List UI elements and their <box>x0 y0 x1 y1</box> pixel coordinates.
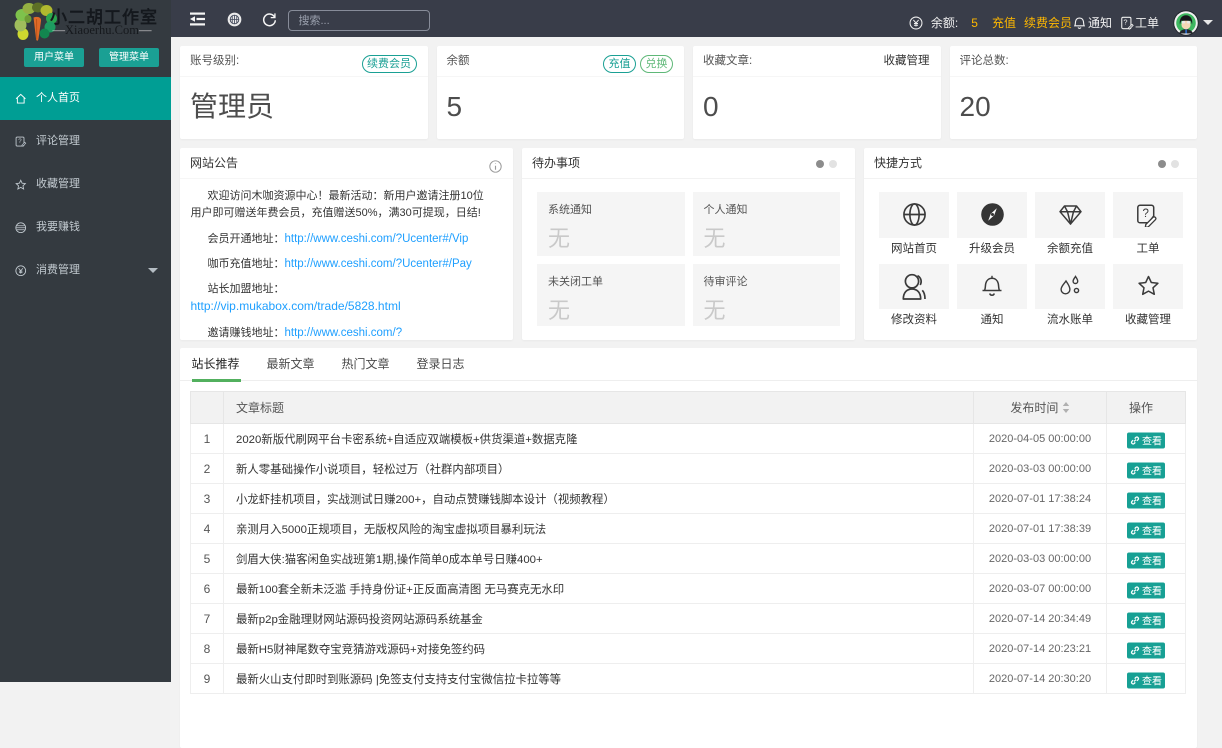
svg-text:?: ? <box>1142 208 1148 220</box>
svg-text:?: ? <box>1123 17 1127 26</box>
svg-text:?: ? <box>18 138 22 145</box>
